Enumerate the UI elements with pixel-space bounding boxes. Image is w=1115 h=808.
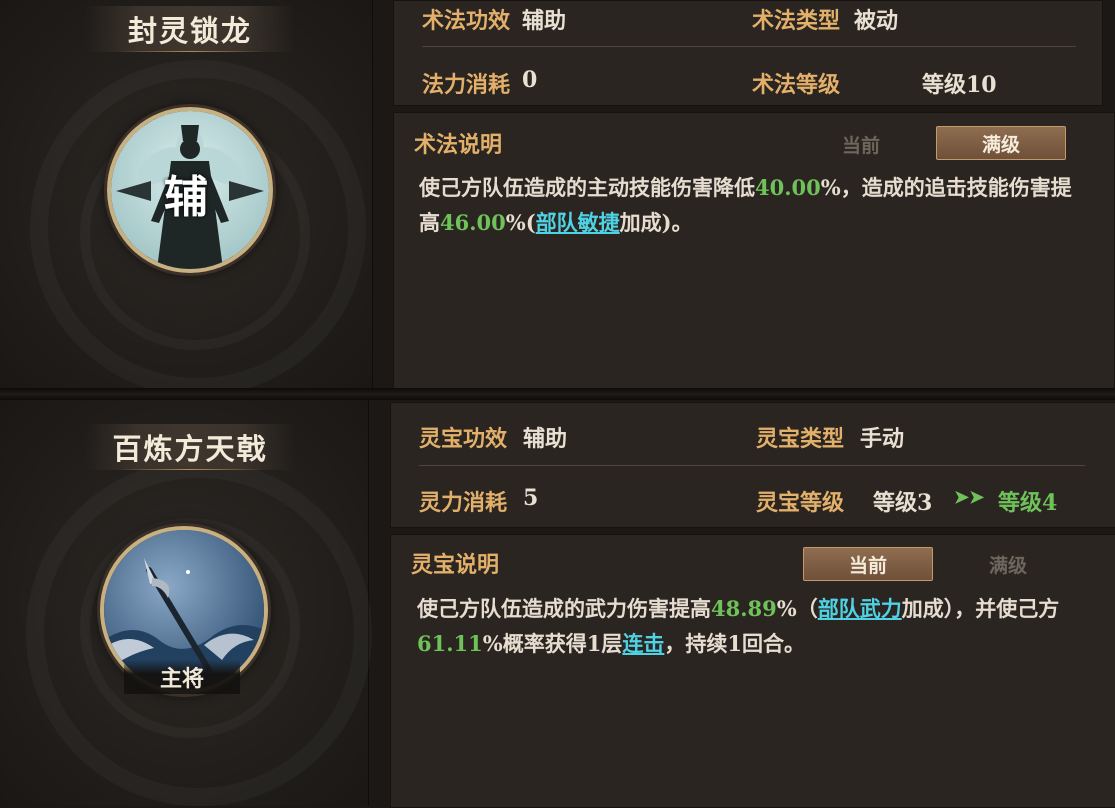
tab-max-level[interactable]: 满级 <box>944 548 1072 580</box>
treasure-type-label: 灵宝类型 <box>756 426 845 452</box>
skill-portrait-panel: 封灵锁龙 辅 <box>0 0 373 388</box>
skill-effect-value: 辅助 <box>522 8 567 34</box>
skill-level-label: 术法等级 <box>752 72 841 98</box>
treasure-stats-box: 灵宝功效 辅助 灵宝类型 手动 灵力消耗 5 灵宝等级 等级3 ➤➤ 等级4 <box>390 402 1115 528</box>
stats-divider <box>419 465 1085 466</box>
skill-emblem[interactable]: 辅 <box>107 107 273 273</box>
tab-current[interactable]: 当前 <box>797 128 925 160</box>
skill-desc-box: 术法说明 当前 满级 使己方队伍造成的主动技能伤害降低40.00%，造成的追击技… <box>393 112 1115 390</box>
desc-link-combo[interactable]: 连击 <box>622 631 664 656</box>
treasure-effect-label: 灵宝功效 <box>419 426 508 452</box>
desc-number: 40.00 <box>755 175 821 200</box>
level-up-arrow-icon: ➤➤ <box>954 487 985 508</box>
desc-text: 加成），并使己方 <box>901 596 1060 621</box>
skill-cost-label: 法力消耗 <box>422 72 511 98</box>
treasure-desc-title: 灵宝说明 <box>411 552 500 578</box>
skill-emblem-char: 辅 <box>164 172 208 223</box>
desc-text: 使己方队伍造成的主动技能伤害降低 <box>419 175 755 200</box>
desc-link-force[interactable]: 部队武力 <box>818 596 902 621</box>
skill-type-label: 术法类型 <box>752 8 841 34</box>
treasure-type-value: 手动 <box>860 426 905 452</box>
desc-number: 61.11 <box>417 631 483 656</box>
treasure-level-value: 等级3 <box>873 490 933 516</box>
treasure-next-level: 等级4 <box>998 490 1058 516</box>
skill-cost-value: 0 <box>522 67 538 93</box>
skill-desc-title: 术法说明 <box>414 132 503 158</box>
treasure-name: 百炼方天戟 <box>85 424 295 470</box>
skill-stats-box: 术法功效 辅助 术法类型 被动 法力消耗 0 术法等级 等级10 <box>393 0 1103 106</box>
skill-name: 封灵锁龙 <box>85 6 295 52</box>
desc-text: 加成)。 <box>619 210 693 235</box>
treasure-portrait-panel: 百炼方天戟 主将 <box>0 400 369 806</box>
skill-type-value: 被动 <box>854 8 899 34</box>
stats-divider <box>422 46 1076 47</box>
treasure-cost-label: 灵力消耗 <box>419 490 508 516</box>
section-separator <box>0 388 1115 400</box>
treasure-cost-value: 5 <box>523 485 539 511</box>
treasure-effect-value: 辅助 <box>523 426 568 452</box>
tab-current[interactable]: 当前 <box>803 547 933 581</box>
desc-text: ，持续1回合。 <box>664 631 805 656</box>
treasure-desc-box: 灵宝说明 当前 满级 使己方队伍造成的武力伤害提高48.89%（部队武力加成），… <box>390 534 1115 808</box>
skill-section: 封灵锁龙 辅 术法功效 辅助 术法类型 被动 法力消耗 0 术法等级 等级10 … <box>0 0 1115 390</box>
desc-number: 48.89 <box>711 596 777 621</box>
desc-text: %（ <box>776 596 818 621</box>
treasure-description: 使己方队伍造成的武力伤害提高48.89%（部队武力加成），并使己方 61.11%概… <box>417 591 1097 661</box>
skill-description: 使己方队伍造成的主动技能伤害降低40.00%，造成的追击技能伤害提高46.00%… <box>419 170 1084 240</box>
desc-text: %概率获得1层 <box>482 631 623 656</box>
desc-text: %( <box>505 210 536 235</box>
skill-level-value: 等级10 <box>922 72 997 98</box>
main-general-badge: 主将 <box>124 660 240 694</box>
desc-link-agility[interactable]: 部队敏捷 <box>536 210 620 235</box>
desc-number: 46.00 <box>440 210 506 235</box>
tab-max-level[interactable]: 满级 <box>936 126 1066 160</box>
treasure-section: 百炼方天戟 主将 灵宝功效 辅助 灵宝类型 手动 灵力消耗 5 灵宝等级 等级3… <box>0 400 1115 808</box>
treasure-level-label: 灵宝等级 <box>756 490 845 516</box>
desc-text: 使己方队伍造成的武力伤害提高 <box>417 596 711 621</box>
skill-effect-label: 术法功效 <box>422 8 511 34</box>
